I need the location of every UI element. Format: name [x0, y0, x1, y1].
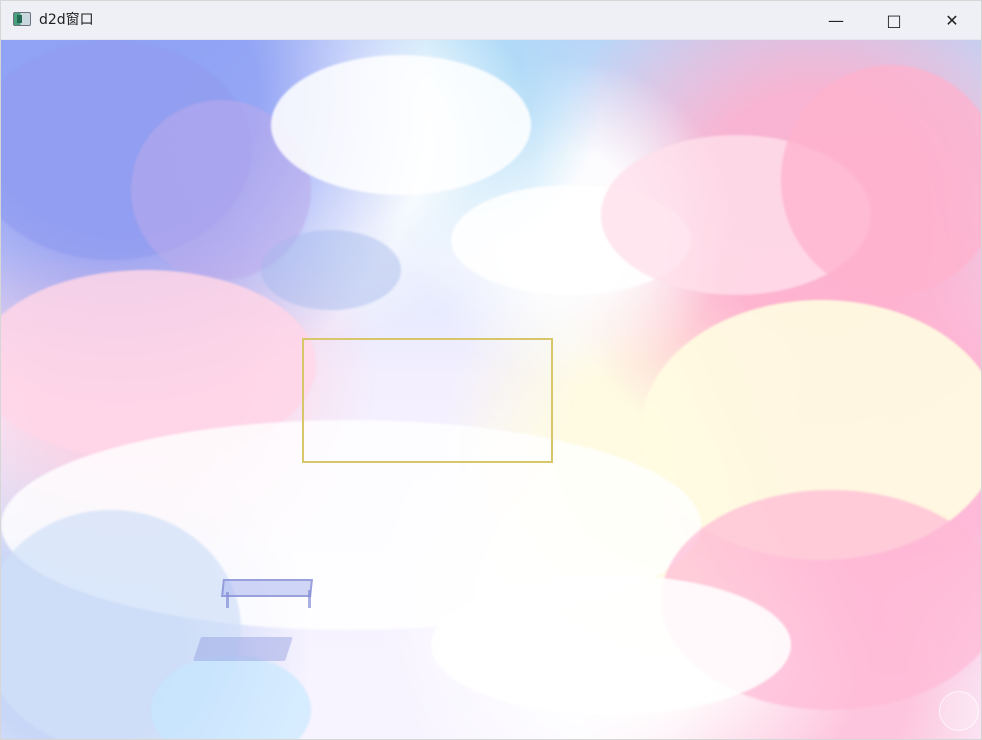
- bench-seat: [221, 579, 313, 597]
- minimize-icon: —: [828, 11, 844, 30]
- window-title: d2d窗口: [39, 12, 94, 28]
- close-icon: ✕: [945, 11, 959, 30]
- corner-glow: [939, 691, 979, 731]
- title-bar: d2d窗口 — □ ✕: [1, 1, 981, 40]
- white-cloud: [431, 575, 791, 715]
- bench-reflection: [193, 637, 293, 661]
- bench-leg: [308, 590, 311, 608]
- selection-rectangle[interactable]: [302, 338, 553, 463]
- window-controls: — □ ✕: [807, 1, 981, 40]
- violet-cloud: [261, 230, 401, 310]
- d2d-canvas[interactable]: [1, 40, 981, 739]
- maximize-button[interactable]: □: [865, 1, 923, 40]
- bench-leg: [226, 592, 229, 608]
- bench: [193, 574, 324, 669]
- app-window: d2d窗口 — □ ✕: [0, 0, 982, 740]
- white-cloud: [271, 55, 531, 195]
- maximize-icon: □: [886, 11, 902, 30]
- minimize-button[interactable]: —: [807, 1, 865, 40]
- close-button[interactable]: ✕: [923, 1, 981, 40]
- app-icon: [13, 12, 31, 26]
